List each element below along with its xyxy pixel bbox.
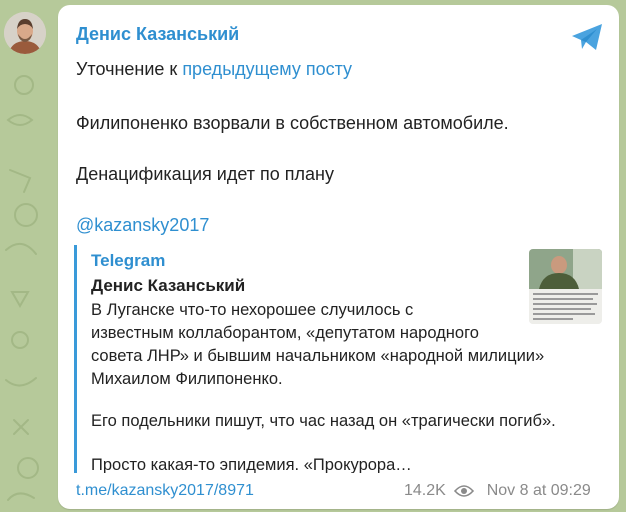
mention-link[interactable]: @kazansky2017	[76, 215, 209, 236]
views-count: 14.2K	[404, 482, 446, 499]
message-bubble: Денис Казанський Уточнение к предыдущему…	[58, 5, 619, 509]
quoted-post-preview[interactable]: Telegram Денис Казанський В Луганске что…	[74, 245, 605, 473]
message-line-1-text: Уточнение к	[76, 59, 183, 79]
message-line-3: Денацификация идет по плану	[76, 164, 334, 184]
news-screenshot-image	[529, 249, 602, 324]
quote-thumbnail[interactable]	[529, 249, 602, 324]
quote-line: Просто какая-то эпидемия. «Прокурора…	[91, 456, 412, 473]
telegram-share-icon[interactable]	[570, 22, 604, 52]
user-photo-avatar-icon	[4, 12, 46, 54]
quote-author: Денис Казанський	[91, 276, 246, 295]
quote-line: совета ЛНР» и бывшим начальником «народн…	[91, 347, 545, 365]
quote-line: В Луганске что-то нехорошее случилось с	[91, 301, 414, 319]
previous-post-link[interactable]: предыдущему посту	[182, 59, 352, 79]
channel-avatar[interactable]	[4, 12, 46, 54]
eye-icon	[454, 485, 475, 497]
post-link[interactable]: t.me/kazansky2017/8971	[76, 482, 254, 500]
quote-source: Telegram	[91, 251, 166, 270]
message-date: Nov 8 at 09:29	[486, 482, 591, 499]
message-line-1: Уточнение к предыдущему посту	[76, 59, 352, 80]
quote-line: известным коллаборантом, «депутатом наро…	[91, 324, 479, 342]
message-line-2: Филипоненко взорвали в собственном автом…	[76, 113, 509, 133]
message-meta: 14.2K Nov 8 at 09:29	[404, 482, 591, 500]
quote-line: Михаилом Филипоненко.	[91, 370, 283, 388]
channel-author-name[interactable]: Денис Казанський	[76, 24, 239, 45]
quote-line: Его подельники пишут, что час назад он «…	[91, 412, 556, 430]
